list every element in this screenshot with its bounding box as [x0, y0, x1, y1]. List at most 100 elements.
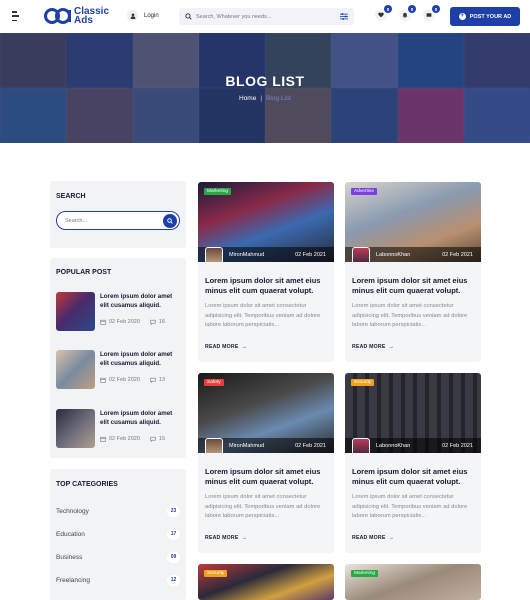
sidebar-search-title: SEARCH	[56, 193, 86, 200]
category-item[interactable]: Freelancing 12	[56, 573, 180, 587]
top-categories-widget: TOP CATEGORIES Technology 23 Education 1…	[50, 469, 186, 600]
sidebar-search-button[interactable]	[163, 214, 177, 228]
popular-post-comments: 15	[158, 436, 166, 442]
notifications-badge: 0	[408, 5, 416, 13]
popular-post-title: Lorem ipsum dolor amet elit cusamus aliq…	[100, 410, 173, 426]
category-tag[interactable]: Safety	[204, 379, 224, 386]
category-tag[interactable]: Security	[204, 570, 228, 577]
category-item[interactable]: Business 09	[56, 550, 180, 564]
blog-card[interactable]: Security	[198, 564, 334, 600]
read-more-link[interactable]: READ MORE →	[352, 535, 394, 541]
blog-card[interactable]: Advertise LabonnoKhan 02 Feb 2021 Lorem …	[345, 182, 481, 362]
blog-card-excerpt: Lorem ipsum dolor sit amet consectetur a…	[352, 494, 468, 519]
read-more-label: READ MORE	[205, 535, 239, 541]
read-more-link[interactable]: READ MORE →	[205, 535, 247, 541]
popular-post-title: Lorem ipsum dolor amet elit cusamus aliq…	[100, 293, 173, 309]
arrow-right-icon: →	[388, 344, 394, 350]
hero-banner: BLOG LIST Home | Blog List	[0, 33, 530, 143]
post-date: 02 Feb 2021	[442, 252, 473, 258]
read-more-link[interactable]: READ MORE →	[352, 344, 394, 350]
post-date: 02 Feb 2021	[295, 252, 326, 258]
filter-icon[interactable]	[340, 13, 348, 20]
read-more-label: READ MORE	[352, 535, 386, 541]
blog-card[interactable]: Marketing	[345, 564, 481, 600]
author-name[interactable]: MironMahmud	[229, 252, 264, 258]
arrow-right-icon: →	[388, 535, 394, 541]
avatar	[352, 438, 370, 453]
favorites-button[interactable]: 0	[375, 5, 392, 21]
category-tag[interactable]: Advertise	[351, 188, 377, 195]
popular-post-date: 02 Feb 2020	[109, 319, 140, 325]
menu-icon[interactable]	[12, 11, 22, 21]
post-your-ad-button[interactable]: + POST YOUR AD	[450, 7, 520, 26]
category-name: Business	[56, 553, 83, 561]
blog-card-title[interactable]: Lorem ipsum dolor sit amet eius minus el…	[352, 467, 476, 487]
author-name[interactable]: LabonnoKhan	[376, 252, 410, 258]
breadcrumb-home[interactable]: Home	[239, 95, 256, 102]
popular-post-date: 02 Feb 2020	[109, 377, 140, 383]
sidebar-search-input[interactable]	[65, 217, 155, 224]
blog-card-image: Marketing MironMahmud 02 Feb 2021	[198, 182, 334, 262]
calendar-icon	[100, 319, 106, 325]
popular-post-item[interactable]: Lorem ipsum dolor amet elit cusamus aliq…	[56, 409, 182, 451]
blog-card[interactable]: Marketing MironMahmud 02 Feb 2021 Lorem …	[198, 182, 334, 362]
category-tag[interactable]: Marketing	[204, 188, 232, 195]
popular-post-comments: 16	[158, 319, 166, 325]
arrow-right-icon: →	[241, 535, 247, 541]
logo-mark-icon	[44, 7, 72, 25]
calendar-icon	[100, 436, 106, 442]
read-more-label: READ MORE	[352, 344, 386, 350]
messages-button[interactable]: 0	[423, 5, 440, 21]
blog-card-image: Security LabonnoKhan 02 Feb 2021	[345, 373, 481, 453]
author-name[interactable]: MironMahmud	[229, 443, 264, 449]
comment-icon	[150, 319, 156, 325]
blog-card-title[interactable]: Lorem ipsum dolor sit amet eius minus el…	[352, 276, 476, 296]
category-tag[interactable]: Marketing	[351, 570, 379, 577]
login-link[interactable]: Login	[127, 10, 159, 21]
popular-post-thumbnail	[56, 292, 95, 331]
avatar	[352, 247, 370, 262]
popular-post-date: 02 Feb 2020	[109, 436, 140, 442]
logo[interactable]: Classic Ads	[44, 7, 109, 26]
read-more-label: READ MORE	[205, 344, 239, 350]
logo-text: Classic Ads	[74, 7, 109, 26]
blog-card[interactable]: Safety MironMahmud 02 Feb 2021 Lorem ips…	[198, 373, 334, 553]
notifications-button[interactable]: 0	[399, 5, 416, 21]
bell-icon	[402, 12, 408, 18]
blog-card-title[interactable]: Lorem ipsum dolor sit amet eius minus el…	[205, 276, 329, 296]
blog-card[interactable]: Security LabonnoKhan 02 Feb 2021 Lorem i…	[345, 373, 481, 553]
breadcrumb-current: Blog List	[266, 95, 291, 102]
popular-post-item[interactable]: Lorem ipsum dolor amet elit cusamus aliq…	[56, 292, 182, 334]
blog-card-excerpt: Lorem ipsum dolor sit amet consectetur a…	[205, 494, 321, 519]
category-name: Education	[56, 530, 85, 538]
search-icon	[185, 13, 192, 20]
category-tag[interactable]: Security	[351, 379, 375, 386]
popular-post-widget: POPULAR POST Lorem ipsum dolor amet elit…	[50, 258, 186, 458]
post-date: 02 Feb 2021	[295, 443, 326, 449]
category-item[interactable]: Education 17	[56, 527, 180, 541]
avatar	[205, 247, 223, 262]
blog-card-image: Security	[198, 564, 334, 600]
popular-post-item[interactable]: Lorem ipsum dolor amet elit cusamus aliq…	[56, 350, 182, 392]
search-icon	[167, 218, 173, 224]
plus-icon: +	[458, 13, 466, 20]
login-label: Login	[144, 12, 159, 19]
breadcrumb: Home | Blog List	[239, 95, 291, 102]
messages-badge: 0	[432, 5, 440, 13]
sidebar-search-box	[56, 211, 180, 230]
category-name: Technology	[56, 507, 89, 515]
read-more-link[interactable]: READ MORE →	[205, 344, 247, 350]
category-name: Freelancing	[56, 576, 90, 584]
blog-card-image: Safety MironMahmud 02 Feb 2021	[198, 373, 334, 453]
author-name[interactable]: LabonnoKhan	[376, 443, 410, 449]
category-count: 17	[167, 528, 180, 540]
favorites-badge: 0	[384, 5, 392, 13]
category-item[interactable]: Technology 23	[56, 504, 180, 518]
logo-line2: Ads	[74, 15, 93, 26]
category-count: 09	[167, 551, 180, 563]
header-search-input[interactable]	[196, 13, 336, 20]
post-date: 02 Feb 2021	[442, 443, 473, 449]
blog-card-title[interactable]: Lorem ipsum dolor sit amet eius minus el…	[205, 467, 329, 487]
category-count: 12	[167, 574, 180, 586]
post-ad-label: POST YOUR AD	[469, 13, 512, 20]
